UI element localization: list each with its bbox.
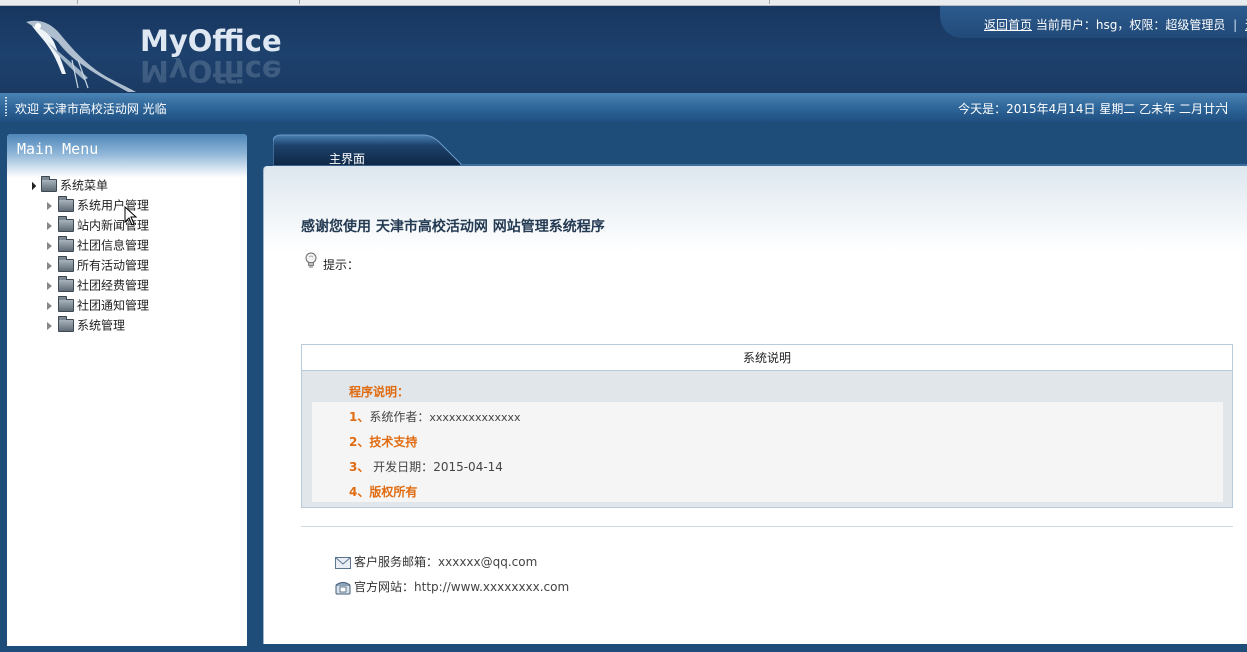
page-title: 感谢您使用 天津市高校活动网 网站管理系统程序 xyxy=(301,219,605,235)
tab-main-shape xyxy=(273,134,464,166)
folder-icon xyxy=(58,316,74,332)
collapse-arrow-icon[interactable] xyxy=(47,321,52,330)
sidebar-item-label: 所有活动管理 xyxy=(77,258,150,273)
tree-root-label: 系统菜单 xyxy=(60,178,109,193)
item-number: 3、 xyxy=(349,460,370,474)
sidebar-item-label: 系统用户管理 xyxy=(77,198,150,213)
contact-website: 官方网站：http://www.xxxxxxxx.com xyxy=(335,578,569,595)
folder-icon xyxy=(58,276,74,292)
collapse-arrow-icon[interactable] xyxy=(47,201,52,210)
sidebar-item-label: 系统管理 xyxy=(77,318,126,333)
list-item: 4、版权所有 xyxy=(349,483,417,500)
envelope-icon xyxy=(335,556,351,569)
website-label: 官方网站： xyxy=(354,580,415,594)
collapse-arrow-icon[interactable] xyxy=(47,241,52,250)
folder-icon xyxy=(41,176,57,192)
hint-label: 提示： xyxy=(323,258,360,272)
sidebar-header: Main Menu xyxy=(7,134,247,178)
telephone-icon xyxy=(335,581,351,594)
item-label: 技术支持 xyxy=(369,435,418,449)
collapse-arrow-icon[interactable] xyxy=(47,281,52,290)
logo-reflection: MyOffice xyxy=(140,58,282,88)
collapse-arrow-icon[interactable] xyxy=(47,261,52,270)
date-text: 今天是：2015年4月14日 星期二 乙未年 二月廿六 xyxy=(958,102,1227,116)
welcome-bar: 欢迎 天津市高校活动网 光临 今天是：2015年4月14日 星期二 乙未年 二月… xyxy=(0,93,1247,122)
sidebar-item-club-funds[interactable]: 社团经费管理 xyxy=(29,275,149,295)
item-label: 开发日期： xyxy=(369,460,434,474)
item-value: xxxxxxxxxxxxxx xyxy=(429,411,521,424)
sidebar-item-activities[interactable]: 所有活动管理 xyxy=(29,255,149,275)
current-user-text: 当前用户：hsg，权限：超级管理员 xyxy=(1035,18,1226,32)
email-value[interactable]: xxxxxx@qq.com xyxy=(438,555,537,569)
sidebar-item-club-notices[interactable]: 社团通知管理 xyxy=(29,295,149,315)
folder-icon xyxy=(58,196,74,212)
sidebar-item-label: 社团通知管理 xyxy=(77,298,150,313)
folder-icon xyxy=(58,236,74,252)
item-value: 2015-04-14 xyxy=(433,460,503,474)
sidebar-item-system[interactable]: 系统管理 xyxy=(29,315,149,335)
item-label: 版权所有 xyxy=(369,485,418,499)
lightbulb-icon xyxy=(305,252,317,268)
folder-icon xyxy=(58,256,74,272)
home-link[interactable]: 返回首页 xyxy=(984,18,1032,32)
folder-icon xyxy=(58,296,74,312)
expand-arrow-icon[interactable] xyxy=(27,181,37,190)
folder-icon xyxy=(58,216,74,232)
list-item: 1、系统作者：xxxxxxxxxxxxxx xyxy=(349,408,521,425)
mouse-cursor-icon xyxy=(124,206,138,226)
contact-email: 客户服务邮箱：xxxxxx@qq.com xyxy=(335,553,537,570)
collapse-arrow-icon[interactable] xyxy=(47,301,52,310)
bird-logo-icon xyxy=(26,20,136,92)
browser-tab[interactable] xyxy=(78,0,300,4)
tab-main[interactable]: 主界面 xyxy=(329,150,365,167)
sidebar-item-club-info[interactable]: 社团信息管理 xyxy=(29,235,149,255)
info-box-header: 系统说明 xyxy=(302,345,1232,371)
item-number: 4、 xyxy=(349,485,370,499)
separator: | xyxy=(1233,18,1238,32)
system-info-box: 系统说明 程序说明： 1、系统作者：xxxxxxxxxxxxxx 2、技术支持 … xyxy=(301,344,1233,508)
sidebar-item-label: 社团经费管理 xyxy=(77,278,150,293)
grip-dots xyxy=(5,97,7,116)
date-separator xyxy=(1226,102,1227,114)
list-item: 2、技术支持 xyxy=(349,433,417,450)
item-label: 系统作者： xyxy=(369,410,430,424)
item-number: 2、 xyxy=(349,435,370,449)
tree-root[interactable]: 系统菜单 xyxy=(27,175,149,195)
collapse-arrow-icon[interactable] xyxy=(47,221,52,230)
browser-tab[interactable] xyxy=(0,0,78,4)
email-label: 客户服务邮箱： xyxy=(354,555,439,569)
item-number: 1、 xyxy=(349,410,370,424)
sidebar-title: Main Menu xyxy=(17,140,99,158)
user-bar: 返回首页 当前用户：hsg，权限：超级管理员 | 退 xyxy=(940,6,1247,38)
info-list: 1、系统作者：xxxxxxxxxxxxxx 2、技术支持 3、 开发日期：201… xyxy=(312,402,1223,502)
menu-tree: 系统菜单 系统用户管理 站内新闻管理 社团信息管理 所有活动管理 社团经费管理 … xyxy=(27,175,150,335)
welcome-text: 欢迎 天津市高校活动网 光临 xyxy=(15,102,167,116)
info-section-title: 程序说明： xyxy=(349,385,410,399)
sidebar-item-label: 站内新闻管理 xyxy=(77,218,150,233)
browser-tab[interactable] xyxy=(522,0,770,4)
sidebar-item-label: 社团信息管理 xyxy=(77,238,150,253)
list-item: 3、 开发日期：2015-04-14 xyxy=(349,458,503,475)
divider xyxy=(301,526,1233,527)
logo-text: MyOffice xyxy=(140,24,282,58)
app-header: MyOffice MyOffice 返回首页 当前用户：hsg，权限：超级管理员… xyxy=(0,6,1247,93)
website-value[interactable]: http://www.xxxxxxxx.com xyxy=(414,580,569,594)
